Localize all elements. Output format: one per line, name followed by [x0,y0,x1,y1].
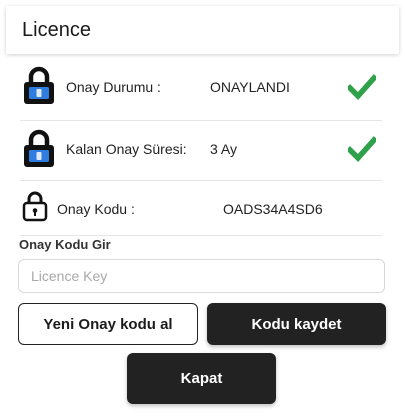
lock-icon [22,129,56,174]
status-row: Onay Durumu : ONAYLANDI [20,58,382,121]
code-value: OADS34A4SD6 [223,201,323,217]
licence-key-input[interactable] [18,259,385,293]
status-label: Onay Durumu : [66,79,161,95]
lock-icon [22,66,56,111]
check-icon [346,74,378,105]
close-button[interactable]: Kapat [127,353,276,404]
check-icon [346,136,378,167]
save-code-button[interactable]: Kodu kaydet [207,303,386,345]
remaining-row: Kalan Onay Süresi: 3 Ay [20,120,382,181]
new-code-button[interactable]: Yeni Onay kodu al [18,303,198,345]
remaining-label: Kalan Onay Süresi: [66,141,187,157]
dialog-title: Licence [22,19,91,41]
lock-outline-icon [22,190,48,227]
licence-input-label: Onay Kodu Gir [19,237,111,252]
status-value: ONAYLANDI [210,79,290,95]
code-label: Onay Kodu : [57,201,135,217]
remaining-value: 3 Ay [210,141,237,157]
dialog-header: Licence [6,6,399,54]
code-row: Onay Kodu : OADS34A4SD6 [20,180,382,236]
